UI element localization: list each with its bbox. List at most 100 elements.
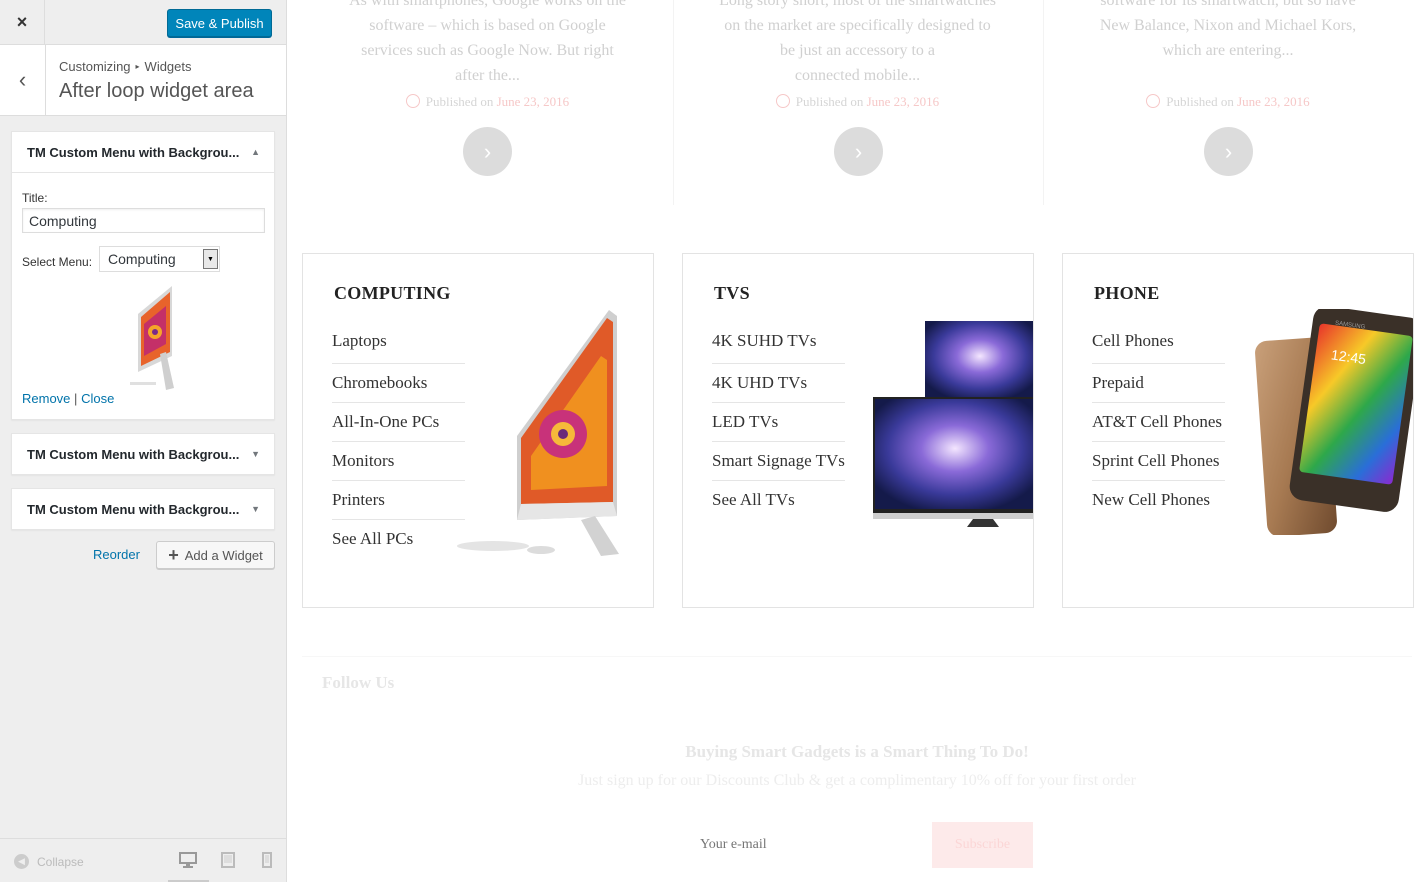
clock-icon bbox=[405, 94, 420, 108]
phone-image: 12:45 SAMSUNG bbox=[1255, 309, 1413, 535]
excerpt-line: services such as Google Now. But right bbox=[361, 42, 614, 59]
follow-section: Follow Us Buying Smart Gadgets is a Smar… bbox=[302, 656, 1412, 882]
published-prefix: Published on bbox=[1166, 94, 1234, 109]
category-menu-item[interactable]: Cell Phones bbox=[1092, 328, 1225, 364]
tv-image bbox=[873, 321, 1033, 527]
category-menu-item[interactable]: LED TVs bbox=[712, 409, 845, 442]
excerpt-line: on the market are specifically designed … bbox=[724, 17, 991, 34]
close-link[interactable]: Close bbox=[81, 391, 114, 406]
post-date[interactable]: June 23, 2016 bbox=[1237, 94, 1310, 109]
excerpt-line: connected mobile... bbox=[794, 67, 921, 84]
category-menu-item[interactable]: Monitors bbox=[332, 448, 465, 481]
clock-icon bbox=[775, 94, 790, 108]
follow-title: Follow Us bbox=[322, 673, 395, 692]
collapse-arrow-icon[interactable]: ▲ bbox=[251, 147, 260, 157]
section-title: After loop widget area bbox=[59, 80, 254, 102]
read-more-arrow-icon[interactable]: › bbox=[463, 127, 512, 176]
collapse-label: Collapse bbox=[37, 854, 84, 869]
remove-link[interactable]: Remove bbox=[22, 391, 70, 406]
menu-select-value: Computing bbox=[108, 251, 176, 267]
category-title: TVS bbox=[714, 283, 750, 303]
category-menu-item[interactable]: Sprint Cell Phones bbox=[1092, 448, 1225, 481]
excerpt-line: which are entering... bbox=[1162, 42, 1294, 59]
save-publish-button[interactable]: Save & Publish bbox=[167, 9, 272, 37]
widget-title: TM Custom Menu with Backgrou... bbox=[27, 144, 240, 160]
widget-title: TM Custom Menu with Backgrou... bbox=[27, 447, 240, 462]
category-menu-item[interactable]: AT&T Cell Phones bbox=[1092, 409, 1225, 442]
category-menu-item[interactable]: See All TVs bbox=[712, 487, 845, 519]
breadcrumb-separator-icon: ▸ bbox=[135, 62, 140, 71]
category-menu-item[interactable]: 4K SUHD TVs bbox=[712, 328, 845, 364]
collapse-button[interactable]: ◀ Collapse bbox=[14, 854, 84, 869]
excerpt-line: software for its smartwatch, but so have bbox=[1100, 0, 1356, 9]
read-more-arrow-icon[interactable]: › bbox=[834, 127, 883, 176]
expand-arrow-icon[interactable]: ▼ bbox=[251, 504, 260, 514]
category-card-phone: PHONE Cell Phones Prepaid AT&T Cell Phon… bbox=[1062, 253, 1414, 608]
category-menu-item[interactable]: Prepaid bbox=[1092, 370, 1225, 403]
breadcrumb-parent: Customizing bbox=[59, 59, 131, 74]
published-prefix: Published on bbox=[795, 94, 864, 109]
newsletter-email-input[interactable] bbox=[686, 822, 932, 868]
customizer-footer: ◀ Collapse bbox=[0, 838, 286, 882]
customizer-sidebar: × Save & Publish ‹ Customizing ▸ Widgets A… bbox=[0, 0, 287, 882]
post-card: As with smartphones, Google works on the… bbox=[302, 0, 674, 205]
excerpt-line: software – which is based on Google bbox=[369, 17, 606, 34]
post-date[interactable]: June 23, 2016 bbox=[867, 94, 940, 109]
category-title: PHONE bbox=[1094, 283, 1160, 303]
tablet-preview-icon[interactable] bbox=[219, 851, 237, 869]
category-menu-item[interactable]: Printers bbox=[332, 487, 465, 520]
post-card: software for its smartwatch, but so have… bbox=[1042, 0, 1414, 205]
back-arrow-icon[interactable]: ‹ bbox=[0, 45, 46, 115]
collapse-arrow-icon: ◀ bbox=[14, 854, 29, 869]
category-card-tvs: TVS 4K SUHD TVs 4K UHD TVs LED TVs Smart… bbox=[682, 253, 1034, 608]
menu-select[interactable]: Computing ▼ bbox=[99, 246, 220, 272]
category-card-computing: COMPUTING Laptops Chromebooks All-In-One… bbox=[302, 253, 654, 608]
read-more-arrow-icon[interactable]: › bbox=[1204, 127, 1253, 176]
widget-panel: TM Custom Menu with Backgrou... ▼ bbox=[11, 488, 275, 530]
breadcrumb: Customizing ▸ Widgets bbox=[59, 59, 192, 74]
widget-header[interactable]: TM Custom Menu with Backgrou... ▲ bbox=[12, 132, 274, 173]
excerpt-line: after the... bbox=[455, 67, 520, 84]
widget-header[interactable]: TM Custom Menu with Backgrou... ▼ bbox=[12, 489, 274, 530]
widget-panel: TM Custom Menu with Backgrou... ▼ bbox=[11, 433, 275, 475]
excerpt-line: New Balance, Nixon and Michael Kors, bbox=[1099, 17, 1357, 34]
category-menu-item[interactable]: Laptops bbox=[332, 328, 465, 364]
post-excerpt: Long story short, most of the smartwatch… bbox=[702, 0, 1013, 88]
title-field-label: Title: bbox=[22, 191, 48, 205]
clock-icon bbox=[1146, 94, 1161, 108]
post-meta: Published on June 23, 2016 bbox=[672, 94, 1043, 110]
dropdown-arrow-icon[interactable]: ▼ bbox=[203, 249, 218, 269]
add-widget-label: Add a Widget bbox=[184, 547, 263, 563]
category-menu-item[interactable]: Smart Signage TVs bbox=[712, 448, 845, 481]
add-widget-button[interactable]: + Add a Widget bbox=[156, 541, 275, 569]
background-image-thumbnail bbox=[130, 286, 174, 390]
category-menu-item[interactable]: New Cell Phones bbox=[1092, 487, 1225, 519]
newsletter-title: Buying Smart Gadgets is a Smart Thing To… bbox=[685, 742, 1029, 761]
mobile-preview-icon[interactable] bbox=[258, 851, 276, 869]
excerpt-line: be just an accessory to a bbox=[779, 42, 936, 59]
subscribe-button[interactable]: Subscribe bbox=[932, 822, 1033, 868]
widget-actions: Remove | Close bbox=[22, 391, 114, 406]
title-input[interactable] bbox=[22, 208, 265, 233]
reorder-link[interactable]: Reorder bbox=[93, 547, 140, 562]
select-menu-label: Select Menu: bbox=[22, 255, 93, 269]
post-excerpt: software for its smartwatch, but so have… bbox=[1072, 0, 1384, 63]
post-card: Long story short, most of the smartwatch… bbox=[672, 0, 1044, 205]
plus-icon: + bbox=[168, 545, 179, 565]
widget-title: TM Custom Menu with Backgrou... bbox=[27, 502, 240, 517]
close-icon[interactable]: × bbox=[0, 0, 45, 45]
post-meta: Published on June 23, 2016 bbox=[1042, 94, 1414, 110]
category-menu-item[interactable]: 4K UHD TVs bbox=[712, 370, 845, 403]
published-prefix: Published on bbox=[425, 94, 494, 109]
category-menu-item[interactable]: See All PCs bbox=[332, 526, 465, 558]
breadcrumb-child: Widgets bbox=[144, 59, 192, 74]
site-preview: As with smartphones, Google works on the… bbox=[287, 0, 1427, 882]
expand-arrow-icon[interactable]: ▼ bbox=[251, 449, 260, 459]
widget-header[interactable]: TM Custom Menu with Backgrou... ▼ bbox=[12, 434, 274, 475]
category-menu: Cell Phones Prepaid AT&T Cell Phones Spr… bbox=[1092, 328, 1225, 525]
post-date[interactable]: June 23, 2016 bbox=[497, 94, 570, 109]
category-menu-item[interactable]: Chromebooks bbox=[332, 370, 465, 403]
actions-divider: | bbox=[74, 391, 78, 406]
desktop-preview-icon[interactable] bbox=[179, 851, 197, 869]
category-menu-item[interactable]: All-In-One PCs bbox=[332, 409, 465, 442]
